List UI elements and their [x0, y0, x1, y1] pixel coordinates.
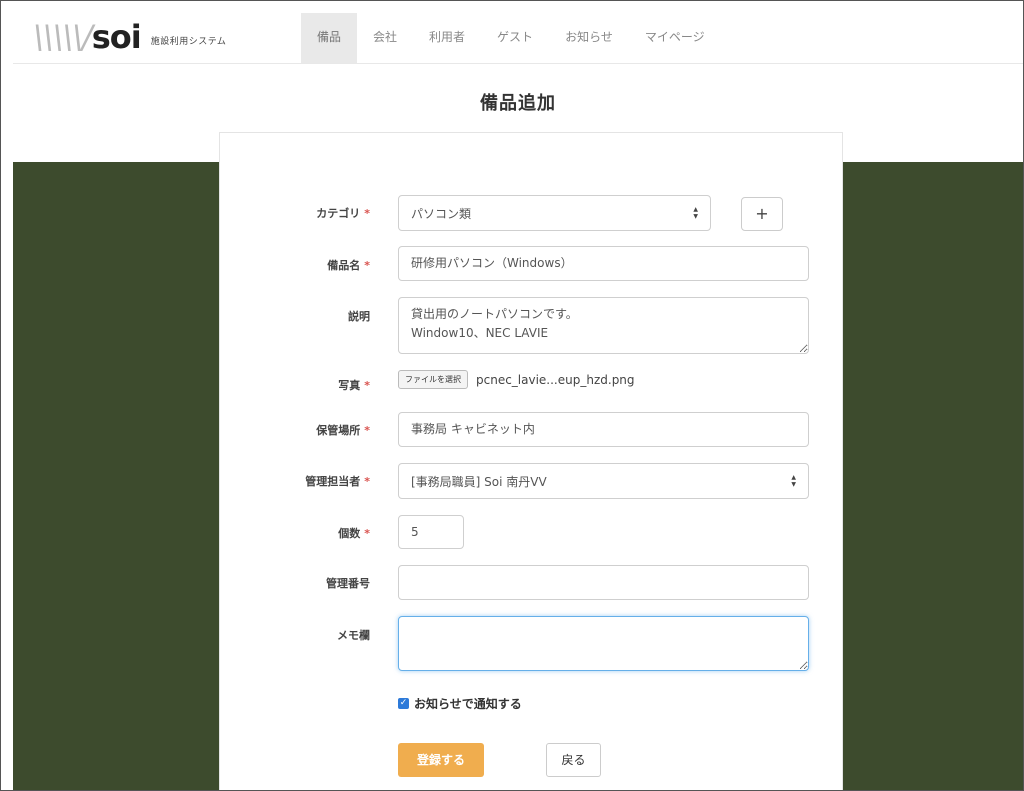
- notify-checkbox-row[interactable]: ✓ お知らせで通知する: [398, 695, 522, 712]
- add-category-button[interactable]: +: [741, 197, 783, 231]
- nav-item-users[interactable]: 利用者: [413, 13, 481, 63]
- memo-textarea[interactable]: [398, 616, 809, 671]
- back-button[interactable]: 戻る: [546, 743, 601, 777]
- photo-filename: pcnec_lavie...eup_hzd.png: [476, 372, 635, 387]
- required-mark: *: [364, 259, 370, 272]
- required-mark: *: [364, 379, 370, 392]
- memo-label: メモ欄: [337, 629, 370, 642]
- logo-tagline: 施設利用システム: [150, 36, 227, 47]
- page-title: 備品追加: [480, 93, 556, 114]
- choose-file-button[interactable]: ファイルを選択: [398, 370, 468, 389]
- nav-item-guest[interactable]: ゲスト: [481, 13, 549, 63]
- quantity-label: 個数 *: [338, 527, 370, 540]
- required-mark: *: [364, 475, 370, 488]
- quantity-input[interactable]: 5: [398, 515, 464, 549]
- logo[interactable]: \\\\\/soi 施設利用システム: [33, 18, 227, 56]
- category-select[interactable]: パソコン類 ▲ ▼: [398, 195, 711, 231]
- select-arrows-icon: ▲ ▼: [693, 206, 698, 220]
- nav-item-news[interactable]: お知らせ: [549, 13, 629, 63]
- logo-mark: \\\\\/soi: [33, 18, 142, 56]
- browser-frame: \\\\\/soi 施設利用システム 備品 会社 利用者 ゲスト お知らせ マイ…: [0, 0, 1024, 791]
- nav-item-equipment[interactable]: 備品: [301, 13, 358, 63]
- description-textarea[interactable]: [398, 297, 809, 354]
- notify-label: お知らせで通知する: [414, 697, 522, 711]
- required-mark: *: [364, 207, 370, 220]
- photo-file-row: ファイルを選択 pcnec_lavie...eup_hzd.png: [398, 370, 635, 389]
- manager-value: [事務局職員] Soi 南丹VV: [411, 474, 547, 489]
- manager-select[interactable]: [事務局職員] Soi 南丹VV ▲ ▼: [398, 463, 809, 499]
- form-card: カテゴリ * パソコン類 ▲ ▼ + 備品名 * 研修用パソコン（Windows） 説…: [219, 132, 843, 790]
- category-label: カテゴリ *: [316, 207, 370, 220]
- nav-item-mypage[interactable]: マイページ: [629, 13, 721, 63]
- manager-label: 管理担当者 *: [305, 475, 370, 488]
- nav-item-company[interactable]: 会社: [357, 13, 413, 63]
- photo-label: 写真 *: [338, 379, 370, 392]
- select-arrows-icon: ▲ ▼: [791, 474, 796, 488]
- top-navbar: \\\\\/soi 施設利用システム 備品 会社 利用者 ゲスト お知らせ マイ…: [13, 13, 1023, 64]
- name-label: 備品名 *: [327, 259, 370, 272]
- category-value: パソコン類: [411, 206, 472, 221]
- checkbox-checked-icon[interactable]: ✓: [398, 698, 409, 709]
- location-input[interactable]: 事務局 キャビネット内: [398, 412, 809, 447]
- nav-menu: 備品 会社 利用者 ゲスト お知らせ マイページ: [301, 13, 721, 63]
- description-label: 説明: [348, 310, 370, 323]
- required-mark: *: [364, 424, 370, 437]
- register-button[interactable]: 登録する: [398, 743, 484, 777]
- required-mark: *: [364, 527, 370, 540]
- name-input[interactable]: 研修用パソコン（Windows）: [398, 246, 809, 281]
- location-label: 保管場所 *: [316, 424, 370, 437]
- management-number-input[interactable]: [398, 565, 809, 600]
- management-number-label: 管理番号: [326, 577, 370, 590]
